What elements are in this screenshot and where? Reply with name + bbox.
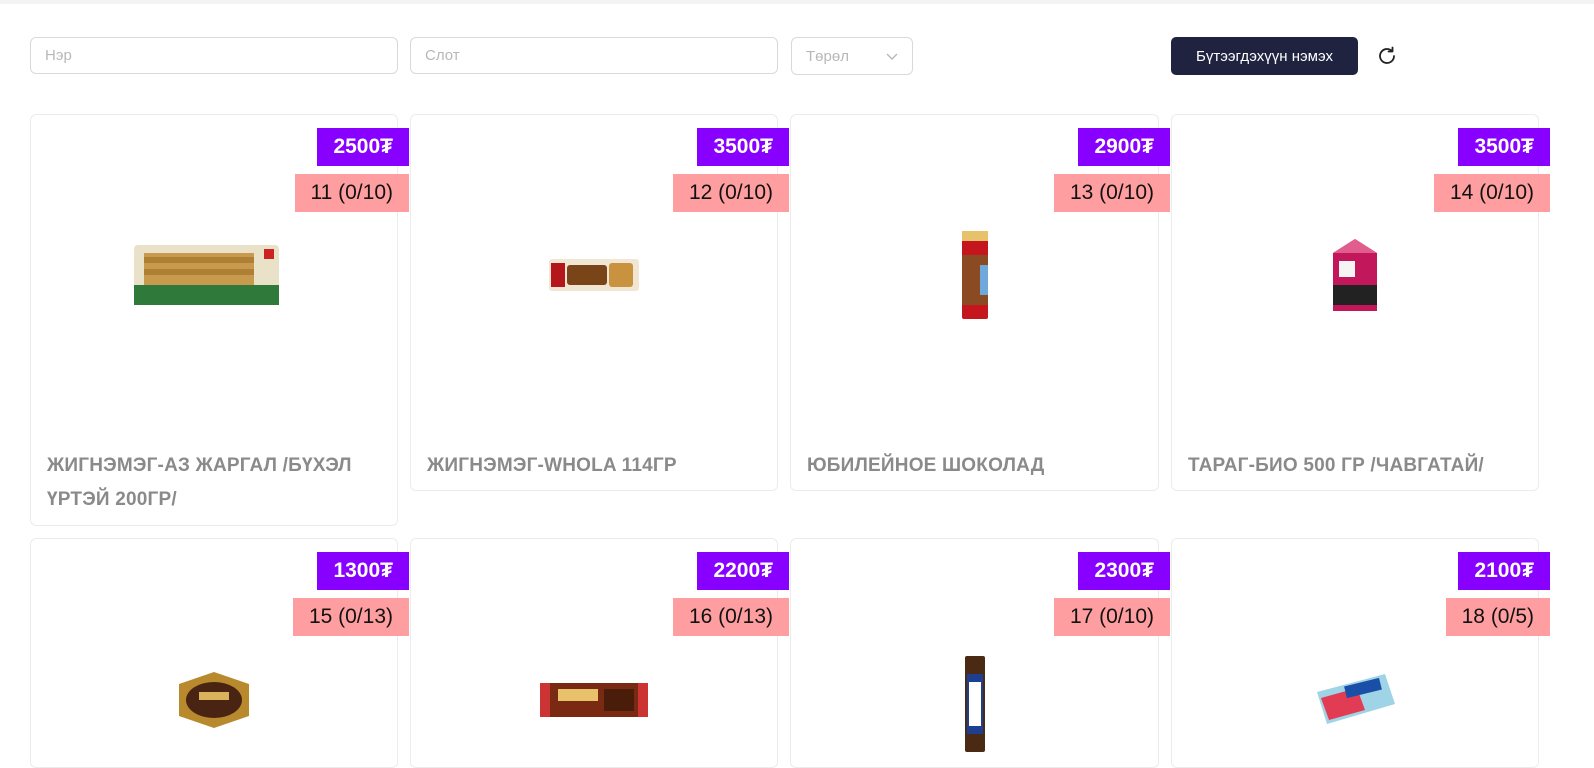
product-card[interactable]: 3500₮ 14 (0/10) ТАРАГ-БИО 500 ГР /ЧАВГАТ…: [1171, 114, 1550, 491]
product-card[interactable]: 2100₮ 18 (0/5): [1171, 538, 1550, 768]
product-card[interactable]: 2200₮ 16 (0/13): [410, 538, 789, 768]
product-card[interactable]: 1300₮ 15 (0/13): [30, 538, 409, 768]
slot-badge: 14 (0/10): [1433, 174, 1550, 212]
price-badge: 2200₮: [697, 552, 789, 590]
slot-search-input[interactable]: [410, 37, 778, 74]
product-image: [791, 654, 1158, 754]
refresh-icon[interactable]: [1375, 44, 1399, 68]
price-badge: 2900₮: [1078, 128, 1170, 166]
slot-badge: 15 (0/13): [292, 598, 409, 636]
chevron-down-icon: [886, 53, 898, 60]
product-image: [411, 210, 777, 340]
slot-badge: 18 (0/5): [1445, 598, 1550, 636]
price-badge: 2500₮: [317, 128, 409, 166]
top-divider: [0, 0, 1594, 4]
price-badge: 2300₮: [1078, 552, 1170, 590]
name-search-input[interactable]: [30, 37, 398, 74]
slot-badge: 12 (0/10): [672, 174, 789, 212]
type-select-placeholder: Төрөл: [806, 47, 849, 65]
product-image: [791, 210, 1158, 340]
slot-badge: 11 (0/10): [294, 174, 409, 212]
price-badge: 3500₮: [1458, 128, 1550, 166]
product-name: ТАРАГ-БИО 500 ГР /ЧАВГАТАЙ/: [1188, 455, 1484, 476]
product-name: ЖИГНЭМЭГ-АЗ ЖАРГАЛ /БҮХЭЛ ҮРТЭЙ 200ГР/: [47, 455, 352, 510]
product-image: [31, 210, 397, 340]
product-image: [1172, 644, 1538, 754]
slot-badge: 16 (0/13): [672, 598, 789, 636]
slot-badge: 17 (0/10): [1053, 598, 1170, 636]
product-name: ЮБИЛЕЙНОЕ ШОКОЛАД: [807, 455, 1045, 476]
product-image: [1172, 210, 1538, 340]
product-card[interactable]: 2900₮ 13 (0/10) ЮБИЛЕЙНОЕ ШОКОЛАД: [790, 114, 1170, 491]
product-card[interactable]: 3500₮ 12 (0/10) ЖИГНЭМЭГ-WHOLA 114ГР: [410, 114, 789, 491]
price-badge: 1300₮: [317, 552, 409, 590]
product-name: ЖИГНЭМЭГ-WHOLA 114ГР: [427, 455, 677, 476]
product-card[interactable]: 2500₮ 11 (0/10) ЖИГНЭМЭГ-АЗ ЖАРГАЛ /БҮХЭ…: [30, 114, 409, 526]
add-product-button[interactable]: Бүтээгдэхүүн нэмэх: [1171, 37, 1358, 75]
product-card[interactable]: 2300₮ 17 (0/10): [790, 538, 1170, 768]
price-badge: 3500₮: [697, 128, 789, 166]
slot-badge: 13 (0/10): [1053, 174, 1170, 212]
product-image: [31, 644, 397, 754]
product-image: [411, 644, 777, 754]
price-badge: 2100₮: [1458, 552, 1550, 590]
type-select[interactable]: Төрөл: [791, 37, 913, 75]
